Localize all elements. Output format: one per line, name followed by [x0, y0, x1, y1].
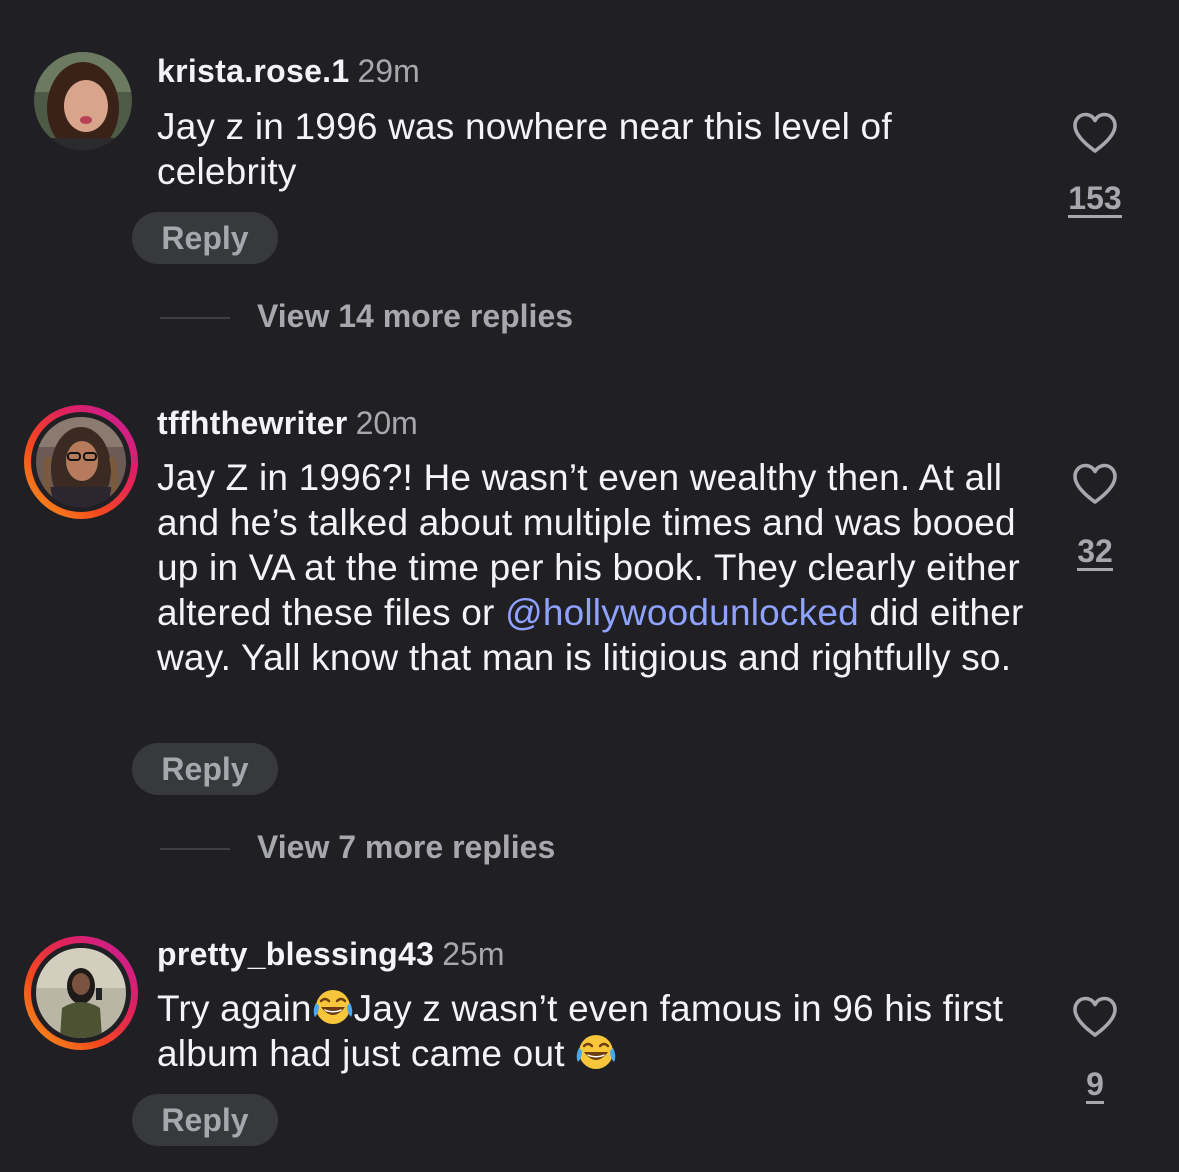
like-column: 9 — [1054, 995, 1136, 1104]
avatar[interactable] — [34, 52, 132, 150]
comment-header: krista.rose.1 29m — [157, 51, 420, 91]
view-more-label[interactable]: View 14 more replies — [257, 296, 573, 336]
face-with-tears-of-joy-icon — [575, 1032, 617, 1072]
divider-line — [160, 848, 230, 850]
face-with-tears-of-joy-icon — [312, 987, 354, 1027]
comment-text: Jay z in 1996 was nowhere near this leve… — [157, 106, 892, 192]
like-count[interactable]: 32 — [1077, 534, 1113, 571]
reply-button[interactable]: Reply — [132, 743, 278, 795]
heart-icon[interactable] — [1071, 111, 1119, 155]
like-column: 153 — [1054, 111, 1136, 218]
comment-text: Jay Z in 1996?! He wasn’t even wealthy t… — [157, 455, 1037, 680]
profile-photo-icon — [36, 948, 126, 1038]
avatar[interactable] — [24, 936, 138, 1050]
avatar[interactable] — [24, 405, 138, 519]
view-more-label[interactable]: View 7 more replies — [257, 827, 555, 867]
like-column: 32 — [1054, 462, 1136, 571]
like-count[interactable]: 9 — [1086, 1067, 1104, 1104]
username[interactable]: krista.rose.1 — [157, 53, 349, 89]
heart-icon[interactable] — [1071, 995, 1119, 1039]
reply-button[interactable]: Reply — [132, 1094, 278, 1146]
username[interactable]: pretty_blessing43 — [157, 936, 434, 972]
profile-photo-icon — [34, 52, 132, 150]
comment-text-segment: Try again — [157, 988, 312, 1029]
timestamp: 20m — [355, 405, 418, 441]
like-count[interactable]: 153 — [1068, 181, 1122, 218]
comment-header: pretty_blessing43 25m — [157, 934, 504, 974]
mention-link[interactable]: @hollywoodunlocked — [505, 592, 859, 633]
divider-line — [160, 317, 230, 319]
timestamp: 29m — [357, 53, 420, 89]
timestamp: 25m — [442, 936, 505, 972]
reply-button[interactable]: Reply — [132, 212, 278, 264]
heart-icon[interactable] — [1071, 462, 1119, 506]
comment-text: Try again Jay z wasn’t even famous in 96 … — [157, 986, 1037, 1076]
username[interactable]: tffhthewriter — [157, 405, 348, 441]
comment-header: tffhthewriter 20m — [157, 403, 418, 443]
profile-photo-icon — [36, 417, 126, 507]
